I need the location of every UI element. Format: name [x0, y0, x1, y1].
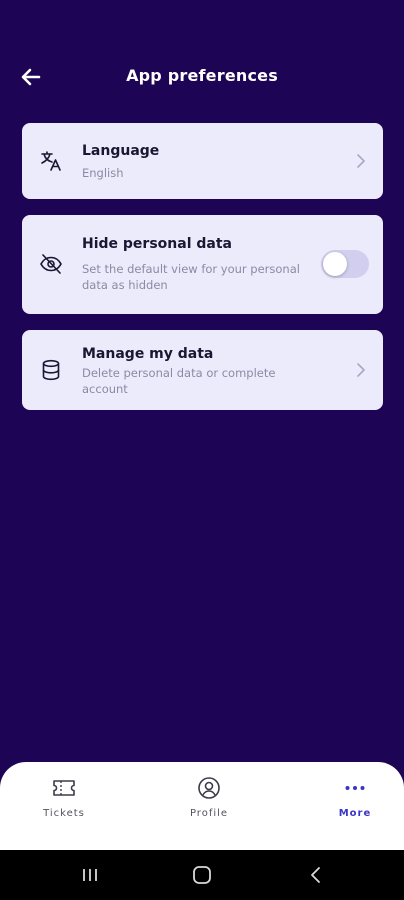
language-title: Language	[82, 143, 160, 159]
more-dots-icon	[343, 776, 367, 800]
manage-my-data-title: Manage my data	[82, 346, 214, 362]
system-navigation-bar	[0, 850, 404, 900]
language-setting[interactable]: Language English	[22, 123, 383, 199]
eye-off-icon	[38, 251, 64, 277]
nav-label-more: More	[338, 808, 372, 819]
nav-label-profile: Profile	[189, 808, 229, 819]
nav-label-tickets: Tickets	[43, 808, 85, 819]
user-circle-icon	[197, 776, 221, 800]
hide-personal-data-toggle[interactable]	[321, 250, 369, 278]
chevron-right-icon	[355, 153, 367, 169]
hide-personal-data-title: Hide personal data	[82, 236, 232, 252]
database-icon	[38, 357, 64, 383]
manage-my-data-setting[interactable]: Manage my data Delete personal data or c…	[22, 330, 383, 410]
nav-tab-tickets[interactable]: Tickets	[19, 776, 109, 836]
page-title: App preferences	[126, 66, 278, 85]
chevron-right-icon	[355, 362, 367, 378]
language-value: English	[82, 166, 124, 180]
toggle-knob	[323, 252, 347, 276]
hide-personal-data-setting: Hide personal data Set the default view …	[22, 215, 383, 314]
bottom-navigation: Tickets Profile More	[0, 762, 404, 850]
recent-apps-icon	[83, 869, 97, 881]
nav-tab-profile[interactable]: Profile	[164, 776, 254, 836]
hide-personal-data-description: Set the default view for your personal d…	[82, 262, 300, 292]
translate-icon	[38, 148, 64, 174]
system-back-button[interactable]	[302, 862, 330, 888]
ticket-icon	[52, 776, 76, 800]
manage-my-data-description: Delete personal data or complete account	[82, 366, 276, 396]
nav-tab-more[interactable]: More	[310, 776, 400, 836]
chevron-left-icon	[311, 867, 320, 883]
recent-apps-button[interactable]	[76, 862, 104, 888]
header: App preferences	[0, 52, 404, 100]
home-button[interactable]	[188, 862, 216, 888]
home-icon	[193, 866, 211, 884]
